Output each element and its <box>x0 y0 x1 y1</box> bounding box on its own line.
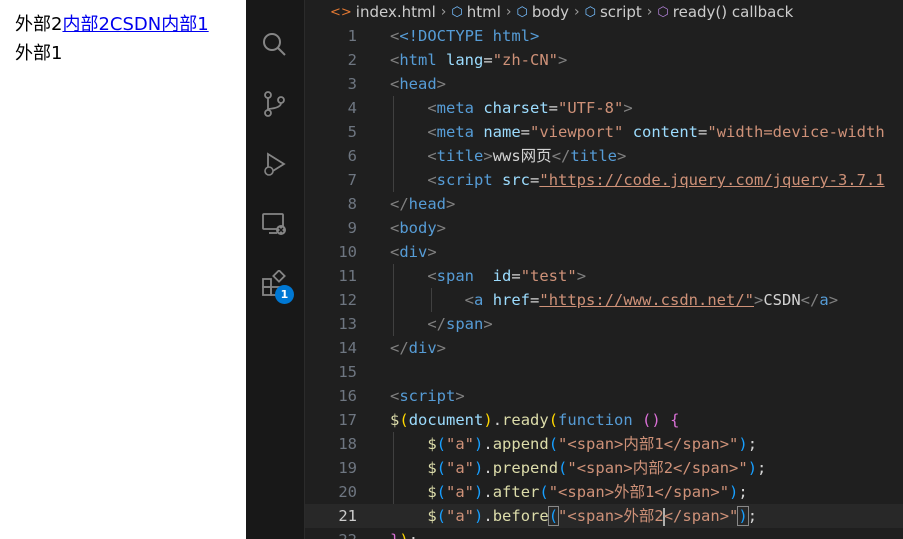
code-line: 7 <script src="https://code.jquery.com/j… <box>305 168 903 192</box>
breadcrumb-file[interactable]: <> index.html <box>330 3 436 21</box>
symbol-element-icon: ⬡ <box>451 4 463 20</box>
symbol-element-icon: ⬡ <box>584 4 596 20</box>
symbol-method-icon: ⬡ <box>657 4 669 20</box>
breadcrumb-script-label: script <box>599 3 642 21</box>
code-line: 3 <head> <box>305 72 903 96</box>
line-number: 18 <box>338 435 357 453</box>
line-number: 11 <box>338 267 357 285</box>
line-number: 2 <box>347 51 357 69</box>
code-line: 11 <span id="test"> <box>305 264 903 288</box>
content-value: "width=device-width <box>707 123 885 141</box>
line-number: 9 <box>347 219 357 237</box>
line-number: 4 <box>347 99 357 117</box>
symbol-element-icon: ⬡ <box>516 4 528 20</box>
breadcrumb: <> index.html › ⬡ html › ⬡ body › ⬡ script ›… <box>330 3 794 21</box>
line-number: 10 <box>338 243 357 261</box>
code-line-current: 21 $("a").before("<span>外部2</span>"); <box>305 504 903 528</box>
line-number: 1 <box>347 27 357 45</box>
line-number: 12 <box>338 291 357 309</box>
line-number: 6 <box>347 147 357 165</box>
a-text: CSDN <box>763 291 801 309</box>
code-area[interactable]: 1 <<!DOCTYPE html> 2 <html lang="zh-CN"> 3… <box>305 24 903 539</box>
code-line: 5 <meta name="viewport" content="width=d… <box>305 120 903 144</box>
line-number: 15 <box>338 363 357 381</box>
line-number: 5 <box>347 123 357 141</box>
code-line: 19 $("a").prepend("<span>内部2</span>"); <box>305 456 903 480</box>
preview-outer2-text: 外部2 <box>15 14 63 35</box>
breadcrumb-file-label: index.html <box>355 3 436 21</box>
code-line: 17 $(document).ready(function () { <box>305 408 903 432</box>
code-editor[interactable]: <> index.html › ⬡ html › ⬡ body › ⬡ script ›… <box>305 0 903 539</box>
script-src-value[interactable]: "https://code.jquery.com/jquery-3.7.1 <box>539 171 884 189</box>
line-number: 20 <box>338 483 357 501</box>
line-number: 8 <box>347 195 357 213</box>
line-number: 16 <box>338 387 357 405</box>
breadcrumb-callback-label: ready() callback <box>672 3 794 21</box>
line-number: 19 <box>338 459 357 477</box>
code-line: 15 <box>305 360 903 384</box>
line-number: 17 <box>338 411 357 429</box>
span-id-value: "test" <box>520 267 577 285</box>
before-string-b: </span>" <box>663 507 739 525</box>
line-number: 13 <box>338 315 357 333</box>
code-line: 4 <meta charset="UTF-8"> <box>305 96 903 120</box>
breadcrumb-body-label: body <box>531 3 569 21</box>
remote-explorer-icon[interactable] <box>259 209 289 239</box>
before-string-a: "<span>外部2 <box>558 507 664 525</box>
html-file-icon: <> <box>330 4 352 20</box>
line-number: 3 <box>347 75 357 93</box>
run-debug-icon[interactable] <box>259 150 289 180</box>
code-line: 12 <a href="https://www.csdn.net/">CSDN<… <box>305 288 903 312</box>
breadcrumb-html-label: html <box>466 3 501 21</box>
line-number: 21 <box>338 507 357 525</box>
doctype-text: <!DOCTYPE html> <box>399 27 540 45</box>
line-number: 14 <box>338 339 357 357</box>
code-line: 14 </div> <box>305 336 903 360</box>
browser-preview: 外部2内部2CSDN内部1 外部1 <box>0 0 246 539</box>
code-line: 2 <html lang="zh-CN"> <box>305 48 903 72</box>
a-href-value[interactable]: "https://www.csdn.net/" <box>539 291 754 309</box>
breadcrumb-html[interactable]: ⬡ html <box>451 3 501 21</box>
preview-csdn-link[interactable]: 内部2CSDN内部1 <box>62 14 208 35</box>
breadcrumb-body[interactable]: ⬡ body <box>517 3 569 21</box>
prepend-string: "<span>内部2</span>" <box>567 459 748 477</box>
charset-value: "UTF-8" <box>558 99 624 117</box>
viewport-value: "viewport" <box>530 123 624 141</box>
code-line: 22}); <box>305 528 903 539</box>
line-number: 22 <box>305 528 357 539</box>
lang-value: "zh-CN" <box>492 51 559 69</box>
code-line: 1 <<!DOCTYPE html> <box>305 24 903 48</box>
after-string: "<span>外部1</span>" <box>548 483 730 501</box>
code-line: 9 <body> <box>305 216 903 240</box>
preview-line-1: 外部2内部2CSDN内部1 <box>15 12 209 38</box>
search-icon[interactable] <box>259 29 289 59</box>
line-number: 7 <box>347 171 357 189</box>
breadcrumb-callback[interactable]: ⬡ ready() callback <box>657 3 793 21</box>
code-line: 13 </span> <box>305 312 903 336</box>
code-line: 16 <script> <box>305 384 903 408</box>
code-line: 6 <title>wws网页</title> <box>305 144 903 168</box>
preview-line-2: 外部1 <box>15 43 63 64</box>
code-line: 20 $("a").after("<span>外部1</span>"); <box>305 480 903 504</box>
title-text: wws网页 <box>492 147 552 165</box>
code-line: 8 </head> <box>305 192 903 216</box>
append-string: "<span>内部1</span>" <box>558 435 739 453</box>
extensions-badge: 1 <box>275 285 294 304</box>
code-line: 10 <div> <box>305 240 903 264</box>
code-line: 18 $("a").append("<span>内部1</span>"); <box>305 432 903 456</box>
breadcrumb-script[interactable]: ⬡ script <box>585 3 642 21</box>
source-control-icon[interactable] <box>259 89 289 119</box>
